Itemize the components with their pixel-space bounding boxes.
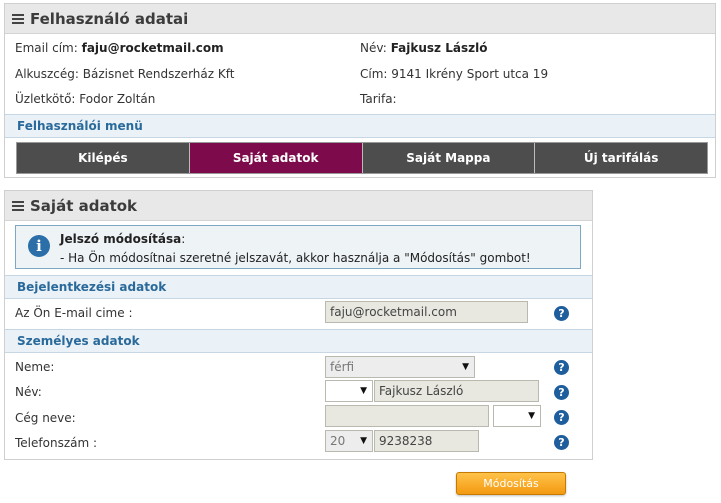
- company-label: Cég neve:: [15, 411, 76, 425]
- user-data-panel: Felhasználó adatai Email cím: faju@rocke…: [4, 3, 716, 178]
- menu-own-data-button[interactable]: Saját adatok: [189, 143, 363, 173]
- notice-title: Jelszó módosítása: [60, 232, 182, 246]
- company-help-icon[interactable]: ?: [554, 410, 569, 425]
- email-value: faju@rocketmail.com: [81, 41, 224, 55]
- own-data-panel: Saját adatok i Jelszó módosítása: - Ha Ö…: [4, 190, 593, 460]
- chevron-down-icon: ▼: [360, 386, 367, 396]
- tariff-info: Tarifa:: [360, 92, 397, 106]
- name-help-icon[interactable]: ?: [554, 385, 569, 400]
- company-field[interactable]: [325, 405, 489, 427]
- info-icon: i: [28, 235, 50, 257]
- email-label: Az Ön E-mail cime :: [15, 306, 133, 320]
- login-data-section: Bejelentkezési adatok: [5, 275, 592, 299]
- gender-help-icon[interactable]: ?: [554, 360, 569, 375]
- hamburger-icon: [12, 13, 24, 24]
- address-info: Cím: 9141 Ikrény Sport utca 19: [360, 67, 549, 81]
- chevron-down-icon: ▼: [462, 362, 469, 372]
- personal-data-section: Személyes adatok: [5, 329, 592, 353]
- notice-text: - Ha Ön módosítnai szeretné jelszavát, a…: [60, 251, 531, 265]
- name-prefix-select[interactable]: ▼: [325, 380, 373, 402]
- chevron-down-icon: ▼: [360, 436, 367, 446]
- phone-area-select[interactable]: 20 ▼: [325, 430, 373, 452]
- menu-new-tariff-button[interactable]: Új tarifálás: [535, 143, 707, 173]
- menu-logout-button[interactable]: Kilépés: [17, 143, 190, 173]
- email-info: Email cím: faju@rocketmail.com: [15, 41, 224, 55]
- email-help-icon[interactable]: ?: [554, 306, 569, 321]
- user-data-title: Felhasználó adatai: [30, 9, 189, 28]
- gender-select[interactable]: férfi ▼: [325, 356, 475, 378]
- broker-value: Bázisnet Rendszerház Kft: [82, 67, 235, 81]
- phone-label: Telefonszám :: [15, 436, 98, 450]
- user-menu: Kilépés Saját adatok Saját Mappa Új tari…: [16, 142, 708, 174]
- name-value: Fajkusz László: [390, 41, 488, 55]
- gender-label: Neme:: [15, 360, 55, 374]
- menu-own-folder-button[interactable]: Saját Mappa: [362, 143, 536, 173]
- broker-info: Alkuszcég: Bázisnet Rendszerház Kft: [15, 67, 235, 81]
- chevron-down-icon: ▼: [528, 411, 535, 421]
- phone-field[interactable]: 9238238: [374, 430, 479, 452]
- name-label: Név:: [15, 385, 42, 399]
- agent-value: Fodor Zoltán: [79, 92, 156, 106]
- modify-button[interactable]: Módosítás: [456, 472, 566, 495]
- name-info: Név: Fajkusz László: [360, 41, 488, 55]
- password-notice: i Jelszó módosítása: - Ha Ön módosítnai …: [15, 225, 581, 269]
- own-data-header: Saját adatok: [5, 191, 592, 221]
- name-field[interactable]: Fajkusz László: [374, 380, 539, 402]
- user-data-header: Felhasználó adatai: [5, 4, 715, 34]
- address-value: 9141 Ikrény Sport utca 19: [391, 67, 549, 81]
- agent-info: Üzletkötő: Fodor Zoltán: [15, 92, 156, 106]
- company-type-select[interactable]: ▼: [493, 405, 541, 427]
- user-menu-section: Felhasználói menü: [5, 114, 715, 138]
- own-data-title: Saját adatok: [30, 196, 138, 215]
- hamburger-icon: [12, 200, 24, 211]
- phone-help-icon[interactable]: ?: [554, 435, 569, 450]
- email-field[interactable]: faju@rocketmail.com: [325, 301, 528, 323]
